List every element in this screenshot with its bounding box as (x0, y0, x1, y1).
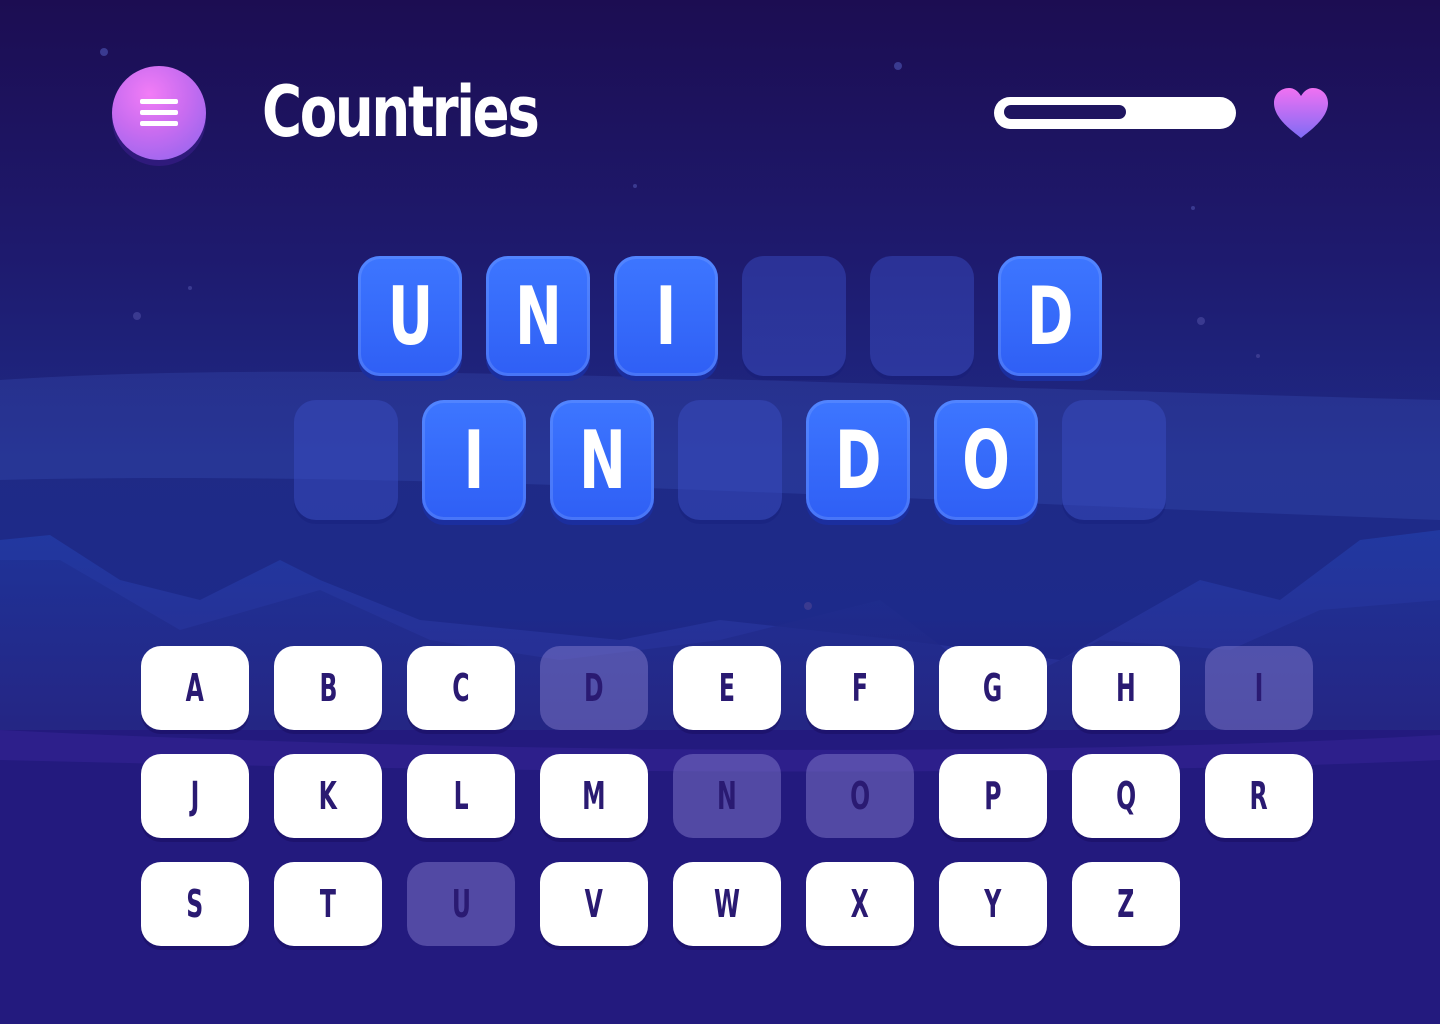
key-p[interactable]: P (939, 754, 1047, 838)
key-label: O (849, 774, 871, 818)
letter-tile: N (550, 400, 654, 520)
key-label: I (1254, 666, 1264, 710)
key-e[interactable]: E (673, 646, 781, 730)
key-b[interactable]: B (274, 646, 382, 730)
category-title: Countries (262, 71, 540, 153)
empty-tile (294, 400, 398, 520)
key-label: M (582, 774, 606, 818)
key-label: Q (1115, 774, 1137, 818)
tile-letter: D (1026, 269, 1074, 363)
tile-letter: I (655, 269, 677, 363)
key-d[interactable]: D (540, 646, 648, 730)
menu-button[interactable] (112, 66, 206, 160)
key-label: U (451, 882, 471, 926)
key-k[interactable]: K (274, 754, 382, 838)
key-a[interactable]: A (141, 646, 249, 730)
letter-tile: O (934, 400, 1038, 520)
key-n[interactable]: N (673, 754, 781, 838)
key-z[interactable]: Z (1072, 862, 1180, 946)
key-label: K (318, 774, 338, 818)
key-l[interactable]: L (407, 754, 515, 838)
tile-letter: D (834, 413, 882, 507)
key-m[interactable]: M (540, 754, 648, 838)
key-g[interactable]: G (939, 646, 1047, 730)
key-label: L (453, 774, 469, 818)
key-label: T (319, 882, 337, 926)
key-u[interactable]: U (407, 862, 515, 946)
key-v[interactable]: V (540, 862, 648, 946)
tile-letter: N (514, 269, 562, 363)
key-f[interactable]: F (806, 646, 914, 730)
key-label: W (713, 882, 740, 926)
key-label: X (850, 882, 870, 926)
key-label: Y (984, 882, 1002, 926)
key-o[interactable]: O (806, 754, 914, 838)
hamburger-icon (140, 99, 178, 104)
key-h[interactable]: H (1072, 646, 1180, 730)
key-label: C (452, 666, 470, 710)
key-label: E (718, 666, 736, 710)
key-c[interactable]: C (407, 646, 515, 730)
progress-fill (1004, 105, 1127, 119)
letter-tile: I (614, 256, 718, 376)
empty-tile (678, 400, 782, 520)
key-label: B (319, 666, 337, 710)
key-q[interactable]: Q (1072, 754, 1180, 838)
letter-tile: D (806, 400, 910, 520)
tile-letter: I (463, 413, 485, 507)
key-label: N (717, 774, 737, 818)
key-label: P (984, 774, 1002, 818)
tile-letter: U (387, 269, 433, 363)
key-r[interactable]: R (1205, 754, 1313, 838)
key-label: G (983, 666, 1003, 710)
empty-tile (870, 256, 974, 376)
key-label: V (584, 882, 604, 926)
key-x[interactable]: X (806, 862, 914, 946)
tile-letter: O (962, 413, 1010, 507)
letter-tile: D (998, 256, 1102, 376)
letter-tile: I (422, 400, 526, 520)
key-label: A (185, 666, 205, 710)
progress-bar (994, 97, 1236, 129)
key-y[interactable]: Y (939, 862, 1047, 946)
key-label: H (1116, 666, 1136, 710)
key-label: J (190, 774, 200, 818)
key-t[interactable]: T (274, 862, 382, 946)
key-j[interactable]: J (141, 754, 249, 838)
empty-tile (742, 256, 846, 376)
key-s[interactable]: S (141, 862, 249, 946)
key-label: F (851, 666, 869, 710)
empty-tile (1062, 400, 1166, 520)
tile-letter: N (578, 413, 626, 507)
heart-icon (1274, 88, 1328, 138)
key-i[interactable]: I (1205, 646, 1313, 730)
key-label: D (584, 666, 604, 710)
key-label: S (186, 882, 204, 926)
letter-tile: N (486, 256, 590, 376)
letter-tile: U (358, 256, 462, 376)
key-label: R (1249, 774, 1269, 818)
key-label: Z (1117, 882, 1135, 926)
key-w[interactable]: W (673, 862, 781, 946)
